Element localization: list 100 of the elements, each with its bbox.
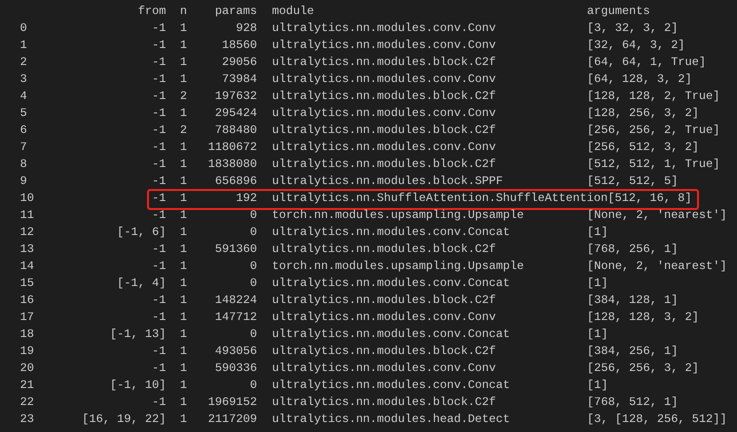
table-cell: 1	[180, 37, 187, 54]
row-index: 11	[20, 207, 35, 224]
table-cell-text: 928	[235, 20, 257, 37]
table-cell-text: torch.nn.modules.upsampling.Upsample	[272, 207, 525, 224]
table-cell: 1	[180, 275, 187, 292]
table-cell-text: 0	[249, 275, 257, 292]
table-cell-text: ultralytics.nn.modules.block.C2f	[272, 241, 497, 258]
table-cell-text: [16, 19, 22]	[81, 411, 166, 428]
table-cell-text: ultralytics.nn.modules.block.SPPF	[272, 173, 504, 190]
row-index: 4	[20, 88, 28, 105]
table-cell: [3, [128, 256, 512]]	[587, 411, 727, 428]
table-cell-text: -1	[151, 105, 166, 122]
table-cell: ultralytics.nn.ShuffleAttention.ShuffleAttention	[272, 190, 608, 207]
table-cell-text: 0	[249, 207, 257, 224]
table-cell: 1	[180, 241, 187, 258]
table-cell-text: ultralytics.nn.modules.conv.Conv	[272, 20, 497, 37]
row-index: 0	[20, 20, 28, 37]
table-cell: [256, 512, 3, 2]	[587, 139, 699, 156]
table-cell-text: -1	[151, 309, 166, 326]
table-cell-text: ultralytics.nn.modules.conv.Concat	[272, 224, 511, 241]
row-index: 16	[20, 292, 35, 309]
table-cell-text: 0	[249, 258, 257, 275]
table-cell-text: 147712	[214, 309, 257, 326]
row-index: 23	[20, 411, 35, 428]
table-cell-text: ultralytics.nn.modules.conv.Conv	[272, 105, 497, 122]
table-cell-text: [-1, 6]	[116, 224, 166, 241]
table-cell-text: ultralytics.nn.modules.block.C2f	[272, 394, 497, 411]
table-cell-text: ultralytics.nn.modules.block.C2f	[272, 122, 497, 139]
table-cell-text: 295424	[214, 105, 257, 122]
table-cell: [256, 256, 2, True]	[587, 122, 720, 139]
table-cell: [128, 128, 2, True]	[587, 88, 720, 105]
table-cell: [3, 32, 3, 2]	[587, 20, 678, 37]
table-cell-text: ultralytics.nn.modules.block.C2f	[272, 292, 497, 309]
row-index: 5	[20, 105, 28, 122]
table-cell-text: 591360	[214, 241, 257, 258]
table-cell-text: 1180672	[207, 139, 257, 156]
table-cell-text: 0	[249, 224, 257, 241]
table-cell: 1	[180, 54, 187, 71]
table-cell-text: -1	[151, 360, 166, 377]
table-cell-text: -1	[151, 37, 166, 54]
table-cell-text: 148224	[214, 292, 257, 309]
column-header: from	[137, 3, 166, 20]
table-cell-text: 18560	[221, 37, 257, 54]
table-cell-text: 1969152	[207, 394, 257, 411]
table-cell-text: -1	[151, 54, 166, 71]
table-cell-text: 0	[249, 377, 257, 394]
table-cell: [64, 128, 3, 2]	[587, 71, 692, 88]
row-index: 12	[20, 224, 35, 241]
table-cell-text: torch.nn.modules.upsampling.Upsample	[272, 258, 525, 275]
table-cell-text: [-1, 13]	[109, 326, 166, 343]
table-cell: [768, 256, 1]	[587, 241, 678, 258]
table-cell: 1	[180, 411, 187, 428]
table-cell: 1	[180, 190, 187, 207]
table-cell-text: -1	[151, 139, 166, 156]
table-cell: 1	[180, 105, 187, 122]
table-cell-text: ultralytics.nn.modules.conv.Concat	[272, 377, 511, 394]
table-cell: [1]	[587, 377, 608, 394]
table-cell-text: -1	[151, 122, 166, 139]
table-cell: [1]	[587, 275, 608, 292]
table-cell-text: -1	[151, 190, 166, 207]
table-cell: 1	[180, 156, 187, 173]
table-cell: [128, 256, 3, 2]	[587, 105, 699, 122]
table-cell-text: 1838080	[207, 156, 257, 173]
row-index: 19	[20, 343, 35, 360]
table-cell-text: 73984	[221, 71, 257, 88]
table-cell-text: ultralytics.nn.modules.block.C2f	[272, 54, 497, 71]
table-cell: [512, 16, 8]	[608, 190, 692, 207]
table-cell-text: ultralytics.nn.modules.block.C2f	[272, 156, 497, 173]
table-cell-text: ultralytics.nn.modules.conv.Conv	[272, 37, 497, 54]
row-index: 18	[20, 326, 35, 343]
table-cell: [None, 2, 'nearest']	[587, 207, 727, 224]
table-cell: 1	[180, 173, 187, 190]
table-cell: 2	[180, 122, 187, 139]
table-cell-text: -1	[151, 88, 166, 105]
table-cell: [768, 512, 1]	[587, 394, 678, 411]
row-index: 8	[20, 156, 28, 173]
table-cell-text: -1	[151, 343, 166, 360]
table-cell-text: 0	[249, 326, 257, 343]
table-cell-text: 656896	[214, 173, 257, 190]
table-cell-text: ultralytics.nn.modules.block.C2f	[272, 343, 497, 360]
table-cell-text: ultralytics.nn.modules.conv.Concat	[272, 326, 511, 343]
table-cell-text: -1	[151, 20, 166, 37]
row-index: 1	[20, 37, 28, 54]
table-cell-text: ultralytics.nn.modules.conv.Conv	[272, 71, 497, 88]
table-cell: [512, 512, 5]	[587, 173, 678, 190]
row-index: 10	[20, 190, 35, 207]
table-cell-text: 590336	[214, 360, 257, 377]
table-cell: [384, 256, 1]	[587, 343, 678, 360]
row-index: 14	[20, 258, 35, 275]
table-cell-text: [-1, 10]	[109, 377, 166, 394]
table-cell-text: -1	[151, 292, 166, 309]
row-index: 3	[20, 71, 28, 88]
table-cell-text: ultralytics.nn.modules.head.Detect	[272, 411, 511, 428]
table-cell: 1	[180, 71, 187, 88]
row-index: 17	[20, 309, 35, 326]
table-cell-text: -1	[151, 258, 166, 275]
table-cell-text: -1	[151, 156, 166, 173]
table-cell-text: 2117209	[207, 411, 257, 428]
row-index: 20	[20, 360, 35, 377]
table-cell: 1	[180, 377, 187, 394]
